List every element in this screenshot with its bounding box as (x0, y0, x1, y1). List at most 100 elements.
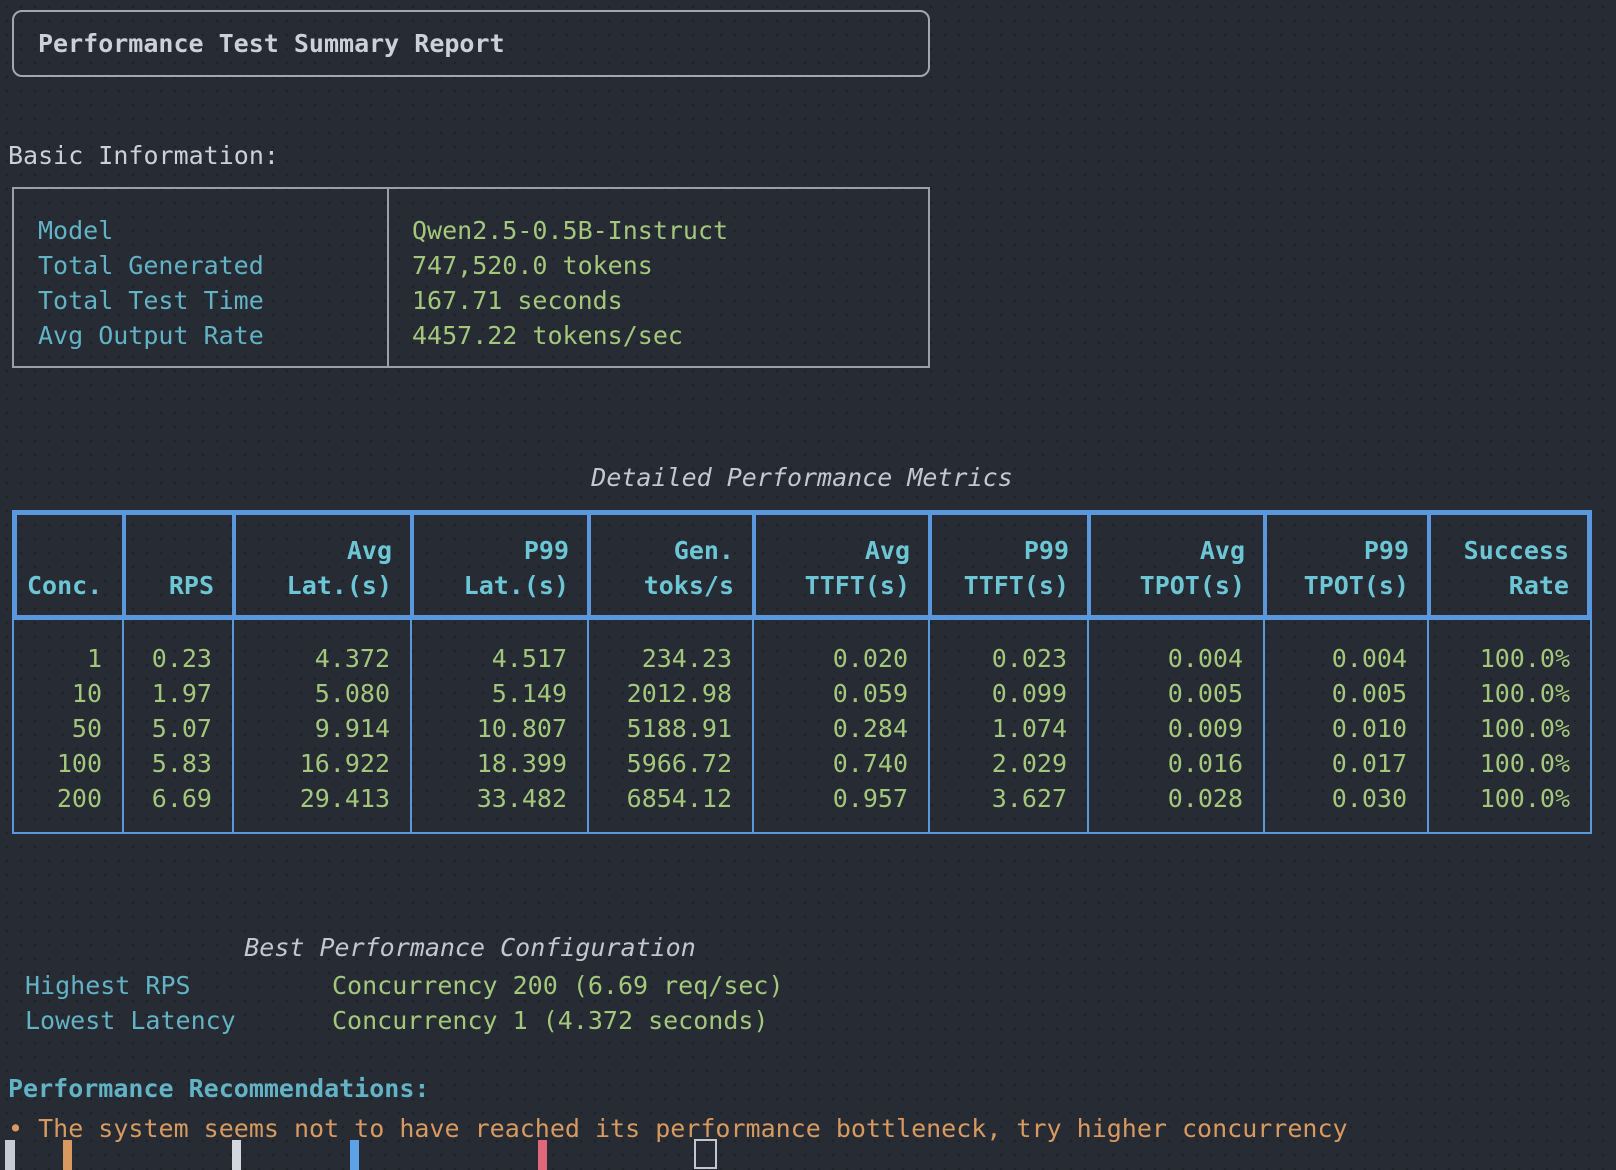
metrics-value: 5188.91 (589, 711, 752, 746)
metrics-header-text: Conc. (27, 568, 102, 603)
metrics-value: 0.016 (1089, 746, 1263, 781)
metrics-value: 100 (14, 746, 122, 781)
basic-info-table: ModelTotal GeneratedTotal Test TimeAvg O… (12, 187, 930, 368)
metrics-value: 0.284 (754, 711, 928, 746)
basic-info-value: Qwen2.5-0.5B-Instruct (412, 213, 928, 248)
recommendations-list: • The system seems not to have reached i… (8, 1111, 1348, 1146)
best-config-row: Highest RPSConcurrency 200 (6.69 req/sec… (25, 968, 784, 1003)
metrics-table-title: Detailed Performance Metrics (12, 460, 1592, 495)
metrics-header-text: RPS (169, 568, 214, 603)
metrics-value: 10 (14, 676, 122, 711)
basic-info-value: 747,520.0 tokens (412, 248, 928, 283)
metrics-value: 0.010 (1265, 711, 1427, 746)
best-config-title: Best Performance Configuration (0, 930, 940, 965)
metrics-header-text: Rate (1509, 568, 1569, 603)
metrics-value: 9.914 (234, 711, 410, 746)
report-title-box: Performance Test Summary Report (12, 10, 930, 77)
metrics-column: 0.0040.0050.0100.0170.030 (1263, 620, 1427, 832)
metrics-value: 2012.98 (589, 676, 752, 711)
metrics-value: 100.0% (1429, 781, 1590, 816)
best-config-label: Lowest Latency (25, 1003, 332, 1038)
metrics-value: 0.099 (930, 676, 1087, 711)
metrics-header-cell: P99Lat.(s) (410, 515, 587, 615)
metrics-value: 200 (14, 781, 122, 816)
metrics-value: 1.97 (124, 676, 232, 711)
metrics-value: 50 (14, 711, 122, 746)
best-config-row: Lowest LatencyConcurrency 1 (4.372 secon… (25, 1003, 784, 1038)
metrics-value: 100.0% (1429, 746, 1590, 781)
metrics-value: 0.23 (124, 641, 232, 676)
metrics-header-cell: AvgLat.(s) (232, 515, 410, 615)
best-config-value: Concurrency 1 (4.372 seconds) (332, 1006, 769, 1035)
metrics-value: 100.0% (1429, 641, 1590, 676)
metrics-value: 0.023 (930, 641, 1087, 676)
partial-text-fragment (350, 1140, 359, 1170)
metrics-body: 110501002000.231.975.075.836.694.3725.08… (12, 620, 1592, 834)
metrics-value: 5.83 (124, 746, 232, 781)
best-config-value: Concurrency 200 (6.69 req/sec) (332, 971, 784, 1000)
metrics-header-cell: RPS (122, 515, 232, 615)
metrics-value: 18.399 (412, 746, 587, 781)
basic-info-label: Avg Output Rate (38, 318, 387, 353)
metrics-header-text: Gen. (674, 533, 734, 568)
metrics-value: 1 (14, 641, 122, 676)
metrics-header-text: P99 (1024, 533, 1069, 568)
metrics-header-text: P99 (524, 533, 569, 568)
terminal-cursor (694, 1139, 717, 1169)
metrics-header-text: Avg (347, 533, 392, 568)
basic-info-label-column: ModelTotal GeneratedTotal Test TimeAvg O… (14, 189, 387, 366)
best-config-label: Highest RPS (25, 968, 332, 1003)
terminal-screen: { "title": "Performance Test Summary Rep… (0, 0, 1616, 1148)
metrics-header-cell: P99TPOT(s) (1263, 515, 1427, 615)
metrics-value: 0.004 (1265, 641, 1427, 676)
recommendation-item: • The system seems not to have reached i… (8, 1111, 1348, 1146)
partial-text-fragment (232, 1140, 241, 1170)
metrics-value: 1.074 (930, 711, 1087, 746)
best-config-rows: Highest RPSConcurrency 200 (6.69 req/sec… (25, 968, 784, 1038)
basic-info-value-column: Qwen2.5-0.5B-Instruct747,520.0 tokens167… (389, 189, 928, 366)
metrics-value: 0.059 (754, 676, 928, 711)
metrics-header-text: Avg (1200, 533, 1245, 568)
metrics-column: 0.0200.0590.2840.7400.957 (752, 620, 928, 832)
metrics-column: 11050100200 (14, 620, 122, 832)
metrics-value: 0.004 (1089, 641, 1263, 676)
metrics-value: 6.69 (124, 781, 232, 816)
metrics-value: 6854.12 (589, 781, 752, 816)
metrics-value: 5.07 (124, 711, 232, 746)
metrics-header-text: TPOT(s) (1140, 568, 1245, 603)
metrics-value: 0.017 (1265, 746, 1427, 781)
basic-info-label: Total Generated (38, 248, 387, 283)
metrics-value: 10.807 (412, 711, 587, 746)
metrics-header-text: Lat.(s) (287, 568, 392, 603)
metrics-value: 0.740 (754, 746, 928, 781)
metrics-value: 29.413 (234, 781, 410, 816)
metrics-value: 0.957 (754, 781, 928, 816)
metrics-value: 3.627 (930, 781, 1087, 816)
recommendations-heading: Performance Recommendations: (8, 1071, 429, 1106)
metrics-value: 0.028 (1089, 781, 1263, 816)
metrics-value: 234.23 (589, 641, 752, 676)
metrics-header-cell: Gen.toks/s (587, 515, 752, 615)
metrics-value: 0.030 (1265, 781, 1427, 816)
basic-info-label: Model (38, 213, 387, 248)
metrics-value: 0.005 (1089, 676, 1263, 711)
metrics-value: 5.149 (412, 676, 587, 711)
metrics-header-text: P99 (1364, 533, 1409, 568)
metrics-header-text: Avg (865, 533, 910, 568)
metrics-value: 4.517 (412, 641, 587, 676)
metrics-header-text: TTFT(s) (805, 568, 910, 603)
metrics-header-cell: P99TTFT(s) (928, 515, 1087, 615)
basic-info-value: 167.71 seconds (412, 283, 928, 318)
metrics-header-cell: AvgTPOT(s) (1087, 515, 1263, 615)
metrics-header-text: TPOT(s) (1304, 568, 1409, 603)
basic-info-value: 4457.22 tokens/sec (412, 318, 928, 353)
metrics-column: 0.0230.0991.0742.0293.627 (928, 620, 1087, 832)
report-title: Performance Test Summary Report (38, 26, 505, 61)
basic-info-heading: Basic Information: (8, 138, 279, 173)
partial-text-fragment (5, 1140, 15, 1170)
metrics-column: 234.232012.985188.915966.726854.12 (587, 620, 752, 832)
metrics-header-cell: AvgTTFT(s) (752, 515, 928, 615)
metrics-header-text: Success (1464, 533, 1569, 568)
partial-text-fragment (63, 1140, 72, 1170)
metrics-header-cell: Conc. (17, 515, 122, 615)
